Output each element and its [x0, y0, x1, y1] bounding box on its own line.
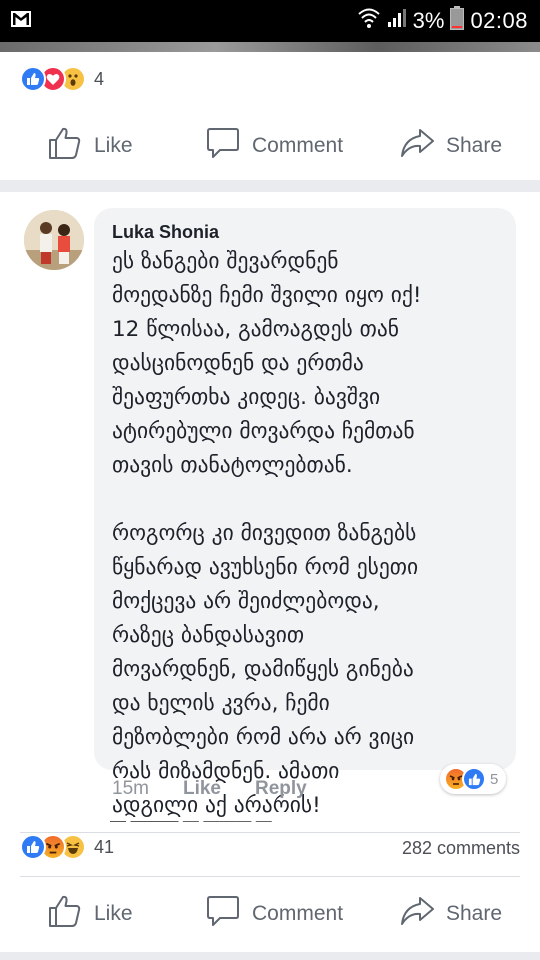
comment-time: 15m [112, 778, 149, 799]
share-label: Share [446, 902, 503, 925]
share-button[interactable]: Share [400, 894, 502, 934]
comment-bubble-icon [206, 894, 240, 934]
post-photo-edge [0, 42, 540, 52]
divider [20, 876, 520, 877]
comment-reaction-count: 5 [490, 770, 499, 788]
share-arrow-icon [400, 126, 434, 166]
like-button[interactable]: Like [48, 126, 133, 166]
clock: 02:08 [470, 8, 528, 33]
like-reaction-icon [462, 767, 486, 791]
like-reaction-icon [20, 834, 46, 860]
like-button[interactable]: Like [48, 894, 133, 934]
wifi-icon [357, 7, 381, 35]
avatar[interactable] [24, 210, 84, 270]
reaction-count: 4 [94, 68, 105, 89]
status-icons: 3% 02:08 [357, 6, 528, 36]
comment-bubble-icon [206, 126, 240, 166]
comment-text: ეს ზანგები შევარდნენ მოედანზე ჩემი შვილი… [112, 249, 422, 818]
comment-author[interactable]: Luka Shonia [112, 222, 500, 243]
post-card: Luka Shonia ეს ზანგები შევარდნენ მოედანზ… [0, 192, 540, 952]
share-label: Share [446, 134, 503, 157]
comments-count-link[interactable]: 282 comments [402, 838, 520, 859]
battery-icon [450, 6, 465, 36]
comment-button[interactable]: Comment [206, 126, 343, 166]
comment-label: Comment [252, 902, 344, 925]
comment-bubble[interactable]: Luka Shonia ეს ზანგები შევარდნენ მოედანზ… [94, 208, 516, 818]
like-label: Like [94, 902, 133, 925]
divider [20, 832, 520, 833]
comment-like-link[interactable]: Like [183, 778, 221, 800]
like-reaction-icon [20, 66, 46, 92]
comment-reactions[interactable]: 5 [440, 764, 507, 794]
next-comment-preview: ▬ ▬▬▬ ▬ ▬▬▬ ▬ [110, 813, 272, 822]
post-reactions[interactable]: 41 [20, 834, 114, 860]
battery-level: 3% [412, 8, 445, 33]
post-card: 4 Like Comment Share [0, 52, 540, 180]
comment-button[interactable]: Comment [206, 894, 343, 934]
comment-meta: 15m Like Reply [112, 778, 307, 800]
signal-icon [387, 8, 407, 34]
share-button[interactable]: Share [400, 126, 502, 166]
post-reactions[interactable]: 4 [20, 66, 104, 92]
comment-reply-link[interactable]: Reply [255, 778, 307, 800]
gmail-icon [10, 10, 32, 33]
thumbs-up-icon [48, 894, 82, 934]
reaction-count: 41 [94, 836, 115, 857]
thumbs-up-icon [48, 126, 82, 166]
status-bar: 3% 02:08 [0, 0, 540, 42]
comment-label: Comment [252, 134, 344, 157]
like-label: Like [94, 134, 133, 157]
share-arrow-icon [400, 894, 434, 934]
